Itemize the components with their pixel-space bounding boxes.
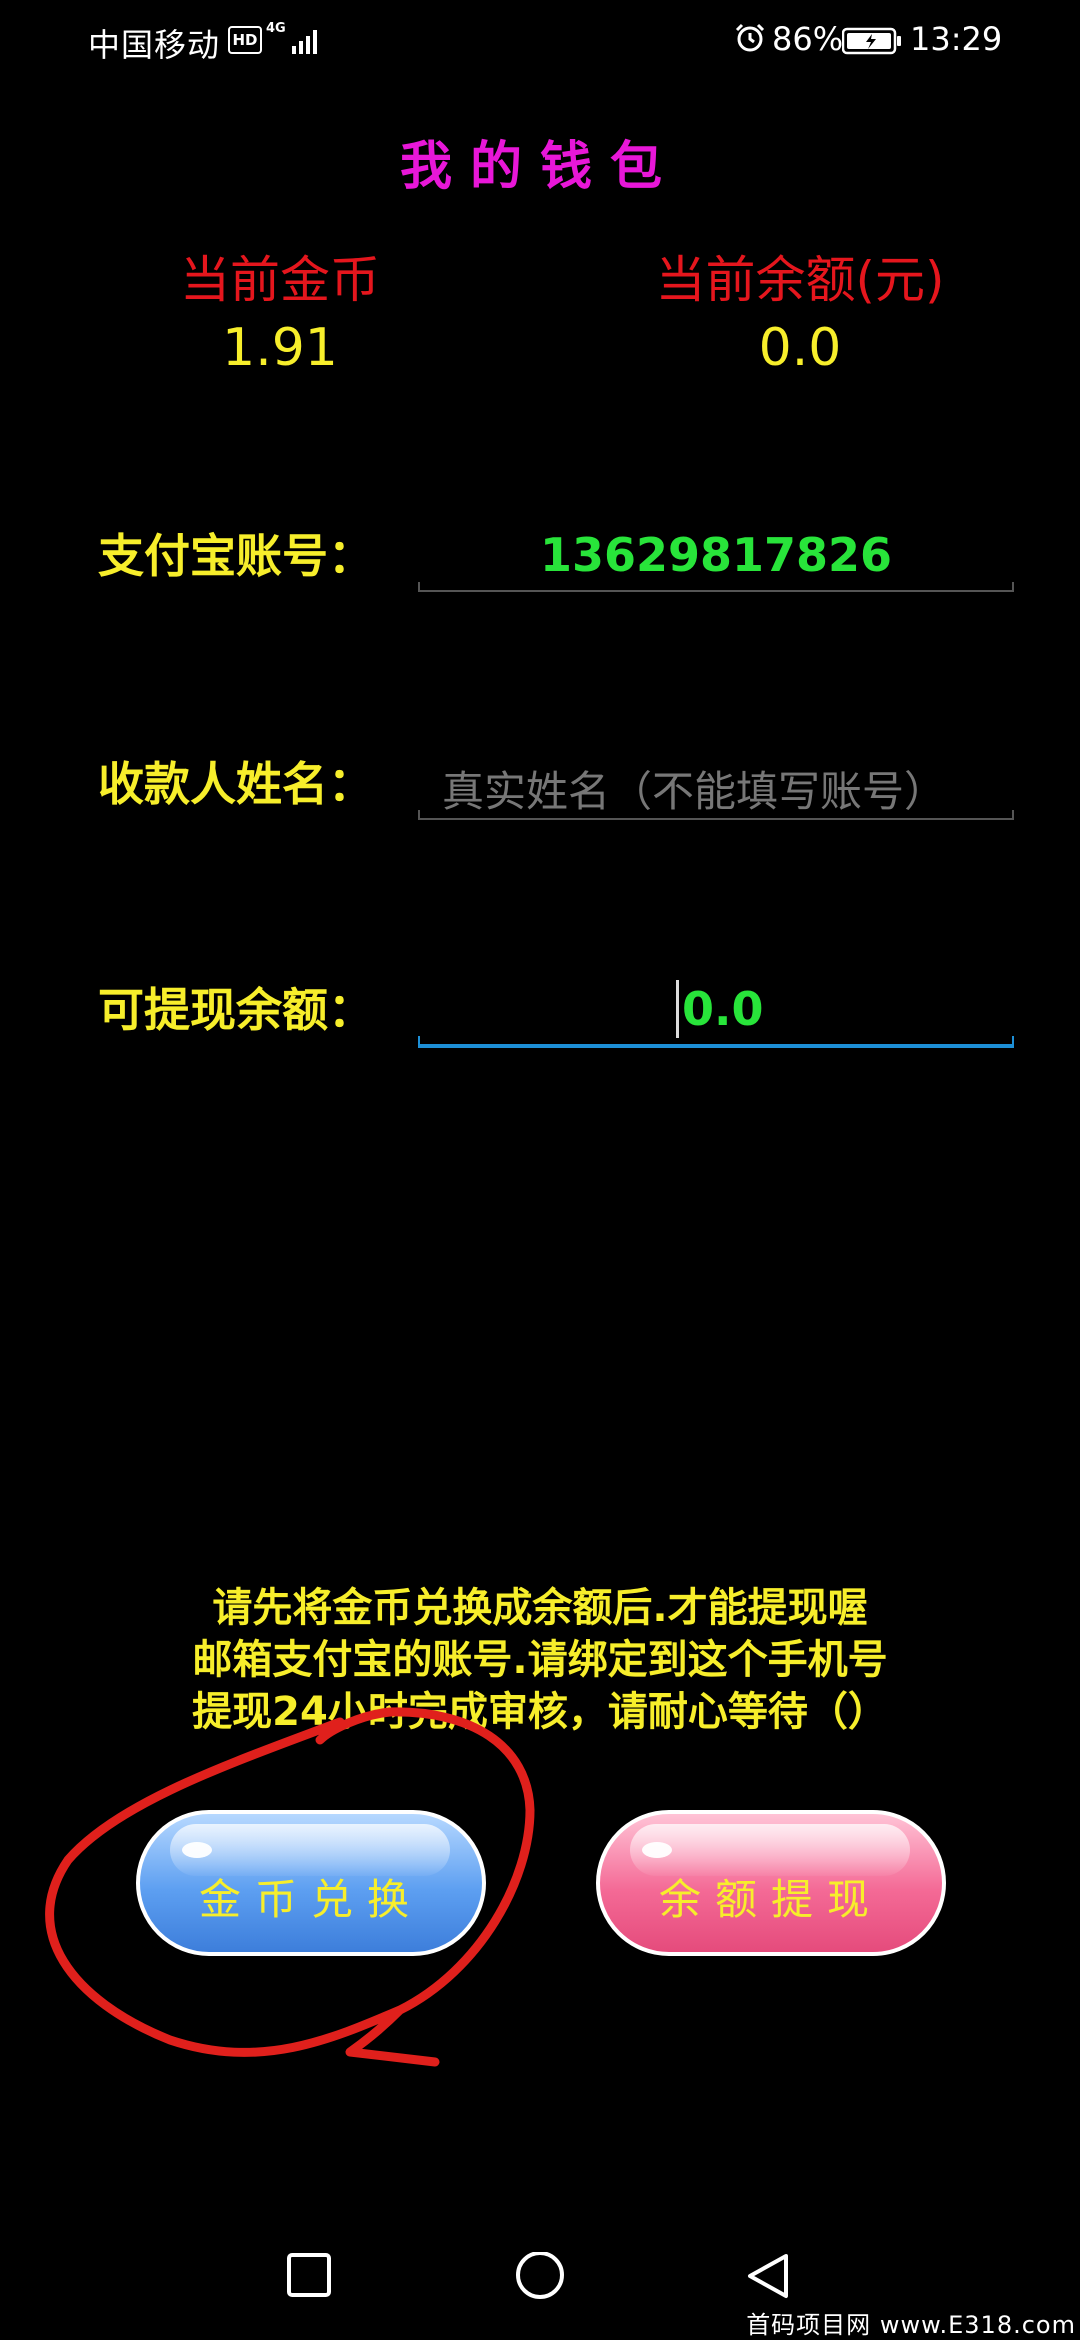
withdrawable-label: 可提现余额： (98, 983, 374, 1037)
text-caret (676, 980, 679, 1038)
notice-line-3: 提现24小时完成审核，请耐心等待（） (192, 1689, 888, 1735)
coins-value: 1.91 (222, 318, 338, 378)
withdrawable-amount-value: 0.0 (682, 982, 764, 1036)
balance-label: 当前余额(元) (655, 251, 945, 309)
hd-badge: HD (228, 26, 262, 54)
battery-icon (842, 27, 901, 55)
recent-apps-icon[interactable] (286, 2252, 332, 2298)
home-icon[interactable] (514, 2252, 566, 2304)
balance-withdraw-label: 余额提现 (658, 1875, 883, 1924)
clock: 13:29 (910, 20, 1003, 58)
battery-percent: 86% (772, 20, 844, 58)
coin-exchange-label: 金币兑换 (198, 1875, 423, 1924)
alipay-account-field[interactable]: 13629817826 (418, 518, 1014, 592)
carrier-name: 中国移动 (88, 26, 221, 64)
balance-value: 0.0 (758, 318, 842, 378)
notice-text: 请先将金币兑换成余额后.才能提现喔 邮箱支付宝的账号.请绑定到这个手机号 提现2… (0, 1582, 1080, 1738)
status-bar: 中国移动 HD 4G 86% 13:29 (0, 0, 1080, 82)
withdrawable-amount-field[interactable]: 0.0 (418, 972, 1014, 1048)
alarm-icon (735, 23, 765, 52)
page-title: 我的钱包 (399, 137, 680, 197)
button-glint (182, 1842, 212, 1858)
coin-exchange-button[interactable]: 金币兑换 (136, 1810, 486, 1956)
notice-line-2: 邮箱支付宝的账号.请绑定到这个手机号 (192, 1637, 888, 1683)
balance-withdraw-button[interactable]: 余额提现 (596, 1810, 946, 1956)
back-icon[interactable] (744, 2252, 792, 2302)
payee-name-label: 收款人姓名： (98, 757, 374, 811)
coins-label: 当前金币 (180, 251, 380, 309)
payee-name-field[interactable]: 真实姓名（不能填写账号） (418, 746, 1014, 820)
notice-line-1: 请先将金币兑换成余额后.才能提现喔 (212, 1585, 868, 1631)
network-type: 4G (266, 21, 286, 36)
watermark: 首码项目网 www.E318.com (746, 2311, 1076, 2339)
signal-icon (292, 30, 317, 54)
alipay-account-label: 支付宝账号： (98, 529, 374, 583)
payee-name-placeholder: 真实姓名（不能填写账号） (442, 767, 947, 816)
alipay-account-value: 13629817826 (539, 528, 893, 582)
button-glint (642, 1842, 672, 1858)
